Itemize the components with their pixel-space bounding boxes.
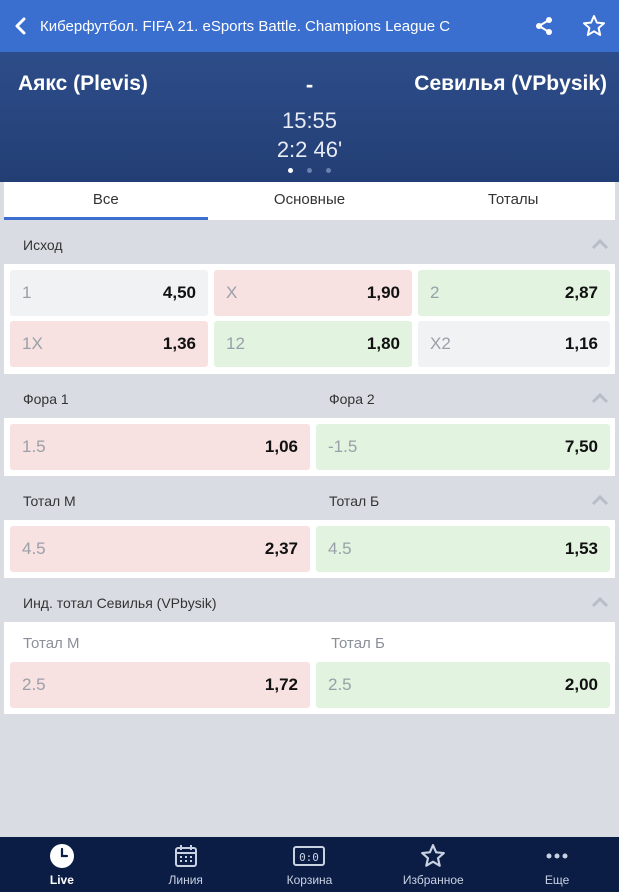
market-tabs: Все Основные Тоталы: [4, 182, 615, 220]
bet-odd: 4,50: [162, 283, 196, 302]
ind-total-title: Инд. тотал Севилья (VPbysik): [23, 595, 217, 611]
chevron-up-icon[interactable]: [591, 392, 609, 404]
page-dot: [307, 168, 312, 173]
star-icon: [583, 15, 605, 36]
nav-label: Корзина: [286, 872, 333, 887]
bet-odd: 1,16: [564, 334, 598, 353]
clock-icon: [49, 843, 74, 868]
odd-cell[interactable]: 4.5 1,53: [316, 526, 610, 572]
scoreboard: Аякс (Plevis) - Севилья (VPbysik) 15:55 …: [0, 52, 619, 182]
nav-label: Избранное: [402, 872, 464, 887]
total-over-title: Тотал Б: [329, 493, 380, 509]
star-icon: [421, 843, 446, 867]
nav-label: Линия: [168, 872, 203, 887]
odd-cell[interactable]: 2.5 1,72: [10, 662, 310, 708]
page-dot: [326, 168, 331, 173]
favorite-button[interactable]: [569, 0, 619, 52]
page-dot: [288, 168, 293, 173]
chevron-left-icon: [15, 17, 26, 35]
odd-cell[interactable]: 2.5 2,00: [316, 662, 610, 708]
bet-odd: 1,72: [264, 675, 298, 694]
ind-total-header[interactable]: Инд. тотал Севилья (VPbysik): [0, 582, 619, 622]
outcome-header[interactable]: Исход: [0, 224, 619, 264]
ind-total-over-label: Тотал Б: [331, 635, 385, 652]
nav-label: Еще: [544, 872, 570, 887]
bet-name: 4.5: [22, 539, 46, 558]
odd-cell[interactable]: 1.5 1,06: [10, 424, 310, 470]
odd-cell[interactable]: 2 2,87: [418, 270, 610, 316]
share-icon: [536, 17, 552, 35]
bet-name: 2: [430, 283, 440, 302]
bet-name: 12: [226, 334, 245, 353]
total-under-title: Тотал М: [23, 493, 76, 509]
bet-odd: 1,90: [366, 283, 400, 302]
total-panel: 4.5 2,37 4.5 1,53: [4, 520, 615, 578]
calendar-icon: [174, 844, 197, 867]
tab-all[interactable]: Все: [4, 182, 208, 220]
bet-odd: 1,06: [264, 437, 298, 456]
total-header[interactable]: Тотал М Тотал Б: [0, 480, 619, 520]
tab-totals[interactable]: Тоталы: [411, 182, 615, 220]
odd-cell[interactable]: 1 4,50: [10, 270, 208, 316]
bet-odd: 1,80: [366, 334, 400, 353]
ind-total-under-label: Тотал М: [23, 635, 80, 652]
odd-cell[interactable]: 1X 1,36: [10, 321, 208, 367]
match-time: 15:55: [281, 108, 338, 133]
nav-live[interactable]: Live: [0, 837, 124, 892]
odd-cell[interactable]: 12 1,80: [214, 321, 412, 367]
bet-name: 1: [22, 283, 32, 302]
bet-name: 1X: [22, 334, 43, 353]
bottom-nav: Live Линия 0:0 Корзина Избранное Еще: [0, 837, 619, 892]
team-away: Севилья (VPbysik): [414, 72, 607, 95]
bet-name: X2: [430, 334, 451, 353]
tab-main[interactable]: Основные: [208, 182, 412, 220]
handicap2-title: Фора 2: [329, 391, 375, 407]
bet-name: -1.5: [328, 437, 358, 456]
back-button[interactable]: [0, 0, 40, 52]
ind-total-panel: Тотал М Тотал Б 2.5 1,72 2.5 2,00: [4, 622, 615, 714]
chevron-up-icon[interactable]: [591, 494, 609, 506]
nav-line[interactable]: Линия: [124, 837, 248, 892]
nav-label: Live: [49, 872, 74, 887]
more-icon: [546, 853, 568, 858]
outcome-title: Исход: [23, 237, 63, 253]
bet-name: X: [226, 283, 238, 302]
nav-favorites[interactable]: Избранное: [371, 837, 495, 892]
page-indicator[interactable]: [0, 168, 619, 173]
chevron-up-icon[interactable]: [591, 596, 609, 608]
chevron-up-icon[interactable]: [591, 238, 609, 250]
page-title: Киберфутбол. FIFA 21. eSports Battle. Ch…: [40, 17, 451, 35]
svg-text:0:0: 0:0: [300, 851, 320, 864]
odd-cell[interactable]: -1.5 7,50: [316, 424, 610, 470]
match-score: 2:2 46': [276, 137, 343, 162]
bet-odd: 1,36: [162, 334, 196, 353]
handicap1-title: Фора 1: [23, 391, 69, 407]
bet-odd: 2,37: [264, 539, 298, 558]
bet-name: 1.5: [22, 437, 46, 456]
nav-more[interactable]: Еще: [495, 837, 619, 892]
nav-basket[interactable]: 0:0 Корзина: [248, 837, 372, 892]
bet-odd: 2,00: [564, 675, 598, 694]
bet-name: 4.5: [328, 539, 352, 558]
bet-odd: 2,87: [564, 283, 598, 302]
bet-odd: 1,53: [564, 539, 598, 558]
odd-cell[interactable]: X2 1,16: [418, 321, 610, 367]
handicap-panel: 1.5 1,06 -1.5 7,50: [4, 418, 615, 476]
handicap-header[interactable]: Фора 1 Фора 2: [0, 378, 619, 418]
odd-cell[interactable]: X 1,90: [214, 270, 412, 316]
scoreboard-icon: 0:0: [293, 845, 326, 866]
bet-name: 2.5: [328, 675, 352, 694]
odd-cell[interactable]: 4.5 2,37: [10, 526, 310, 572]
top-bar: Киберфутбол. FIFA 21. eSports Battle. Ch…: [0, 0, 619, 52]
share-button[interactable]: [519, 0, 569, 52]
bet-name: 2.5: [22, 675, 46, 694]
bet-odd: 7,50: [564, 437, 598, 456]
outcome-panel: 1 4,50 X 1,90 2 2,87 1X 1,36 12 1,80 X2 …: [4, 264, 615, 374]
